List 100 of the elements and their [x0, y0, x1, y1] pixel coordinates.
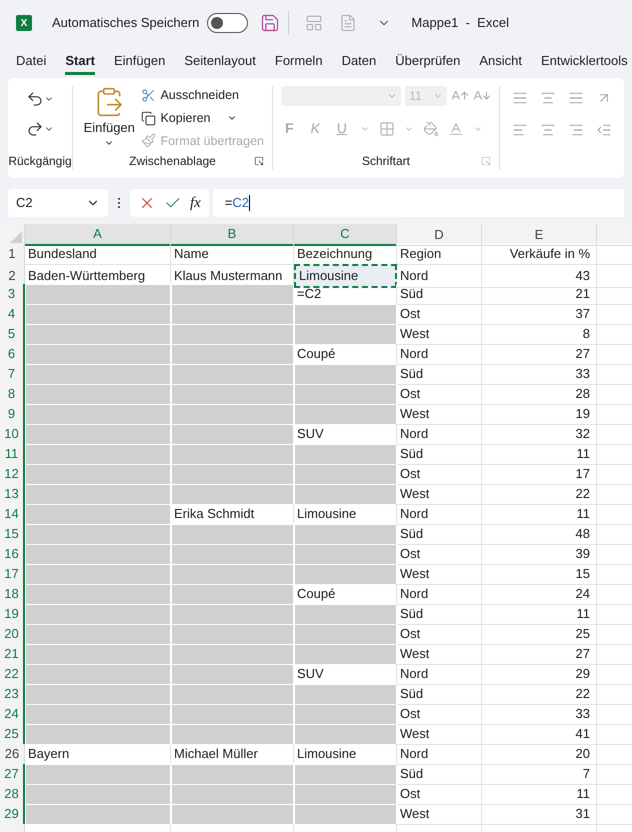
- table-cell: Ost: [397, 704, 482, 724]
- redo-icon[interactable]: [26, 120, 44, 138]
- table-cell: Ost: [397, 784, 482, 804]
- row-header[interactable]: 13: [0, 484, 25, 504]
- table-cell: 27: [482, 644, 597, 664]
- ribbon-tab[interactable]: Überprüfen: [395, 49, 460, 75]
- table-cell: Süd: [397, 604, 482, 624]
- table-cell: Name: [171, 244, 294, 264]
- table-cell: Süd: [397, 764, 482, 784]
- row-header[interactable]: 23: [0, 684, 25, 704]
- table-cell: 32: [482, 424, 597, 444]
- row-header[interactable]: 25: [0, 724, 25, 744]
- ribbon-tab[interactable]: Entwicklertools: [540, 49, 628, 75]
- align-middle-icon[interactable]: [540, 90, 556, 106]
- copy-button[interactable]: Kopieren: [141, 108, 264, 128]
- table-cell: West: [397, 724, 482, 744]
- table-cell: West: [397, 564, 482, 584]
- ribbon-tab[interactable]: Daten: [342, 49, 376, 75]
- save-icon[interactable]: [260, 13, 280, 33]
- row-header[interactable]: 15: [0, 524, 25, 544]
- row-header[interactable]: 9: [0, 404, 25, 424]
- row-header[interactable]: 22: [0, 664, 25, 684]
- table-cell: Süd: [397, 444, 482, 464]
- align-center-icon[interactable]: [540, 122, 556, 138]
- table-cell: West: [397, 804, 482, 824]
- table-cell: 24: [482, 584, 597, 604]
- document-icon[interactable]: [339, 14, 358, 32]
- dialog-launcher-icon[interactable]: [254, 156, 264, 166]
- row-header[interactable]: 4: [0, 304, 25, 324]
- form-icon[interactable]: [305, 14, 324, 32]
- row-header[interactable]: 8: [0, 384, 25, 404]
- table-cell: 11: [482, 444, 597, 464]
- table-cell: 41: [482, 724, 597, 744]
- column-header[interactable]: D: [397, 224, 482, 246]
- insert-function-button[interactable]: fx: [190, 192, 201, 214]
- table-cell: 31: [482, 804, 597, 824]
- table-cell: 22: [482, 484, 597, 504]
- ribbon-tab[interactable]: Seitenlayout: [184, 49, 256, 75]
- ribbon-tab[interactable]: Start: [65, 49, 95, 75]
- name-box[interactable]: C2: [8, 189, 108, 217]
- row-header[interactable]: 12: [0, 464, 25, 484]
- row-header[interactable]: 27: [0, 764, 25, 784]
- column-header[interactable]: B: [171, 224, 294, 246]
- table-cell: 20: [482, 744, 597, 764]
- column-header[interactable]: C: [294, 224, 397, 246]
- table-cell: Ost: [397, 544, 482, 564]
- borders-icon[interactable]: [379, 120, 396, 136]
- row-header[interactable]: 17: [0, 564, 25, 584]
- table-cell: 7: [482, 764, 597, 784]
- scissors-icon: [141, 88, 156, 103]
- row-header[interactable]: 19: [0, 604, 25, 624]
- formula-input[interactable]: =C2: [212, 189, 624, 217]
- table-cell: 33: [482, 364, 597, 384]
- table-cell: West: [397, 324, 482, 344]
- row-header[interactable]: 16: [0, 544, 25, 564]
- table-cell: Region: [397, 244, 482, 264]
- ribbon-tab[interactable]: Einfügen: [114, 49, 166, 75]
- column-header[interactable]: E: [482, 224, 597, 246]
- font-color-icon[interactable]: [448, 120, 464, 136]
- row-header[interactable]: 1: [0, 244, 25, 264]
- align-top-icon[interactable]: [512, 90, 528, 106]
- indent-decrease-icon[interactable]: [596, 122, 612, 138]
- align-bottom-icon[interactable]: [568, 90, 584, 106]
- row-header[interactable]: 26: [0, 744, 25, 764]
- ribbon-tab[interactable]: Datei: [16, 49, 46, 75]
- row-header[interactable]: 28: [0, 784, 25, 804]
- row-header[interactable]: 24: [0, 704, 25, 724]
- ribbon-tab[interactable]: Formeln: [274, 49, 323, 75]
- ribbon-tab[interactable]: Ansicht: [479, 49, 522, 75]
- row-header[interactable]: 21: [0, 644, 25, 664]
- table-cell: Limousine: [294, 264, 397, 288]
- row-header[interactable]: 10: [0, 424, 25, 444]
- row-header[interactable]: 14: [0, 504, 25, 524]
- column-header[interactable]: A: [25, 224, 171, 246]
- row-header[interactable]: 20: [0, 624, 25, 644]
- row-header[interactable]: 18: [0, 584, 25, 604]
- table-cell: 37: [482, 304, 597, 324]
- row-header[interactable]: 7: [0, 364, 25, 384]
- cut-button[interactable]: Ausschneiden: [141, 86, 264, 105]
- table-cell: Süd: [397, 284, 482, 304]
- table-cell: Nord: [397, 584, 482, 604]
- undo-icon[interactable]: [26, 90, 44, 108]
- align-right-icon[interactable]: [568, 122, 584, 138]
- fill-color-icon[interactable]: [423, 120, 440, 136]
- table-cell: 11: [482, 784, 597, 804]
- table-cell: 48: [482, 524, 597, 544]
- autosave-toggle[interactable]: [207, 13, 248, 33]
- paste-button[interactable]: Einfügen: [81, 86, 138, 150]
- table-cell: 8: [482, 324, 597, 344]
- row-header[interactable]: 5: [0, 324, 25, 344]
- paintbrush-icon: [141, 133, 156, 148]
- table-cell: 28: [482, 384, 597, 404]
- table-cell: 25: [482, 624, 597, 644]
- window-title: Mappe1 - Excel: [411, 14, 509, 32]
- align-left-icon[interactable]: [512, 122, 528, 138]
- row-header[interactable]: 11: [0, 444, 25, 464]
- row-header[interactable]: 3: [0, 284, 25, 304]
- table-cell: Nord: [397, 424, 482, 444]
- row-header[interactable]: 29: [0, 804, 25, 824]
- row-header[interactable]: 6: [0, 344, 25, 364]
